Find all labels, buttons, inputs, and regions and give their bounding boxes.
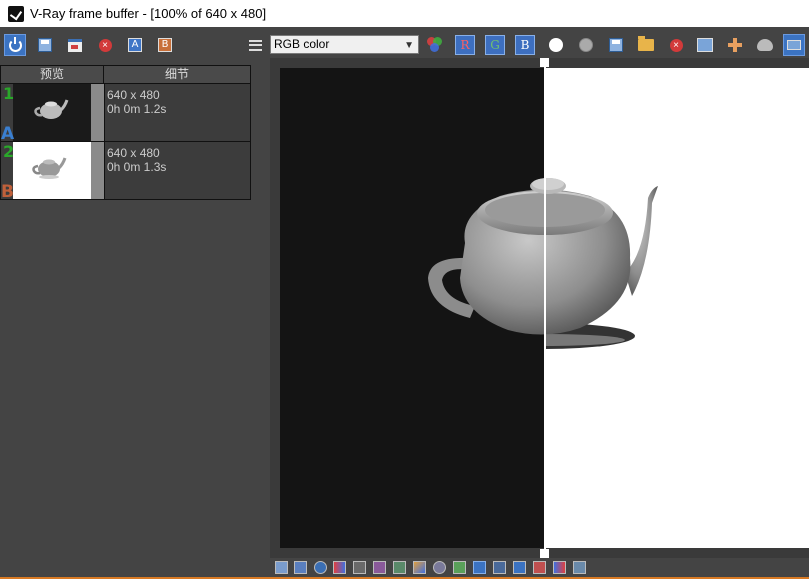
lut-icon[interactable] [453, 561, 466, 574]
history-thumbnail [13, 142, 91, 199]
show-corrections-icon[interactable] [275, 561, 288, 574]
compare-a-marker: A [1, 124, 15, 144]
color-balance-icon[interactable] [373, 561, 386, 574]
pixel-aspect-icon[interactable] [533, 561, 546, 574]
force-color-clamping-icon[interactable] [294, 561, 307, 574]
info-icon[interactable] [314, 561, 327, 574]
curves-icon[interactable] [413, 561, 426, 574]
window-title: V-Ray frame buffer - [100% of 640 x 480] [30, 6, 267, 21]
power-icon [8, 36, 22, 52]
expand-icon [787, 40, 801, 50]
history-header: 预览 细节 [0, 65, 251, 84]
remove-history-button[interactable]: × [95, 35, 115, 55]
vray-logo-icon [8, 5, 24, 22]
render-button[interactable] [755, 35, 775, 55]
history-item[interactable]: 1 A 640 x 480 0h 0m 1.2s [0, 84, 251, 144]
render-view[interactable] [270, 58, 809, 558]
bottom-toolbar [270, 558, 809, 579]
color-correction-button[interactable] [425, 35, 445, 55]
hamburger-menu-icon [248, 39, 262, 51]
ocio-icon[interactable] [493, 561, 506, 574]
load-to-vfb-button[interactable] [65, 35, 85, 55]
alpha-view-button[interactable] [546, 35, 566, 55]
history-resolution: 640 x 480 [107, 88, 160, 102]
clear-icon: × [669, 38, 683, 52]
save-image-icon [609, 38, 623, 52]
teapot-thumbnail-icon [32, 157, 67, 179]
remove-icon: × [98, 38, 112, 52]
history-index: 2 [3, 142, 15, 161]
load-image-button[interactable] [636, 35, 656, 55]
history-resolution: 640 x 480 [107, 146, 160, 160]
expand-panel-button[interactable] [783, 34, 805, 56]
lens-effects-icon[interactable] [473, 561, 486, 574]
save-icon [38, 38, 52, 52]
icc-icon[interactable] [513, 561, 526, 574]
menu-button[interactable] [245, 35, 265, 55]
thumbnail-strip [91, 84, 104, 141]
history-thumbnail [13, 84, 91, 141]
red-channel-label: R [455, 35, 475, 55]
blue-channel-label: B [515, 35, 535, 55]
compare-a-icon: A [128, 38, 142, 52]
mono-view-button[interactable] [576, 35, 596, 55]
red-channel-toggle[interactable]: R [455, 35, 475, 55]
blue-channel-toggle[interactable]: B [515, 35, 535, 55]
ab-compare-divider[interactable] [544, 58, 546, 558]
compare-b-icon: B [158, 38, 172, 52]
history-item[interactable]: 2 B 640 x 480 0h 0m 1.3s [0, 142, 251, 202]
stereo-icon[interactable] [553, 561, 566, 574]
teapot-thumbnail-icon [34, 99, 69, 119]
track-mouse-icon [728, 38, 742, 52]
ab-divider-top-handle[interactable] [540, 58, 549, 67]
clear-image-button[interactable]: × [666, 35, 686, 55]
hsl-icon[interactable] [353, 561, 366, 574]
exposure-icon[interactable] [333, 561, 346, 574]
channel-dropdown[interactable]: RGB color ▼ [270, 35, 419, 54]
rgb-circles-icon [427, 37, 443, 53]
details-column-header[interactable]: 细节 [104, 65, 251, 84]
thumbnail-strip [91, 142, 104, 199]
duplicate-icon [697, 38, 713, 52]
title-bar: V-Ray frame buffer - [100% of 640 x 480] [0, 0, 809, 27]
region-icon[interactable] [573, 561, 586, 574]
ab-divider-bottom-handle[interactable] [540, 549, 549, 558]
chevron-down-icon: ▼ [404, 40, 414, 51]
duplicate-to-frame-buffer-button[interactable] [695, 35, 715, 55]
channel-dropdown-value: RGB color [274, 37, 330, 51]
history-render-time: 0h 0m 1.3s [107, 160, 167, 174]
save-image-button[interactable] [606, 35, 626, 55]
set-a-button[interactable]: A [125, 35, 145, 55]
white-circle-icon [549, 38, 563, 52]
compare-b-marker: B [1, 182, 14, 202]
green-channel-toggle[interactable]: G [485, 35, 505, 55]
history-render-time: 0h 0m 1.2s [107, 102, 167, 116]
background-image-icon[interactable] [433, 561, 446, 574]
folder-icon [638, 36, 654, 51]
load-window-icon [68, 38, 82, 52]
track-mouse-button[interactable] [725, 35, 745, 55]
render-history-panel: 预览 细节 1 A 640 x 480 0h 0m 1.2s 2 B 640 x… [0, 65, 251, 577]
render-history-toggle-button[interactable] [4, 34, 26, 56]
teapot-icon [757, 39, 773, 51]
save-history-button[interactable] [35, 35, 55, 55]
preview-column-header[interactable]: 预览 [0, 65, 104, 84]
green-channel-label: G [485, 35, 505, 55]
history-index: 1 [3, 84, 15, 103]
levels-icon[interactable] [393, 561, 406, 574]
gray-circle-icon [579, 38, 593, 52]
set-b-button[interactable]: B [155, 35, 175, 55]
vray-frame-buffer-window: V-Ray frame buffer - [100% of 640 x 480]… [0, 0, 809, 579]
